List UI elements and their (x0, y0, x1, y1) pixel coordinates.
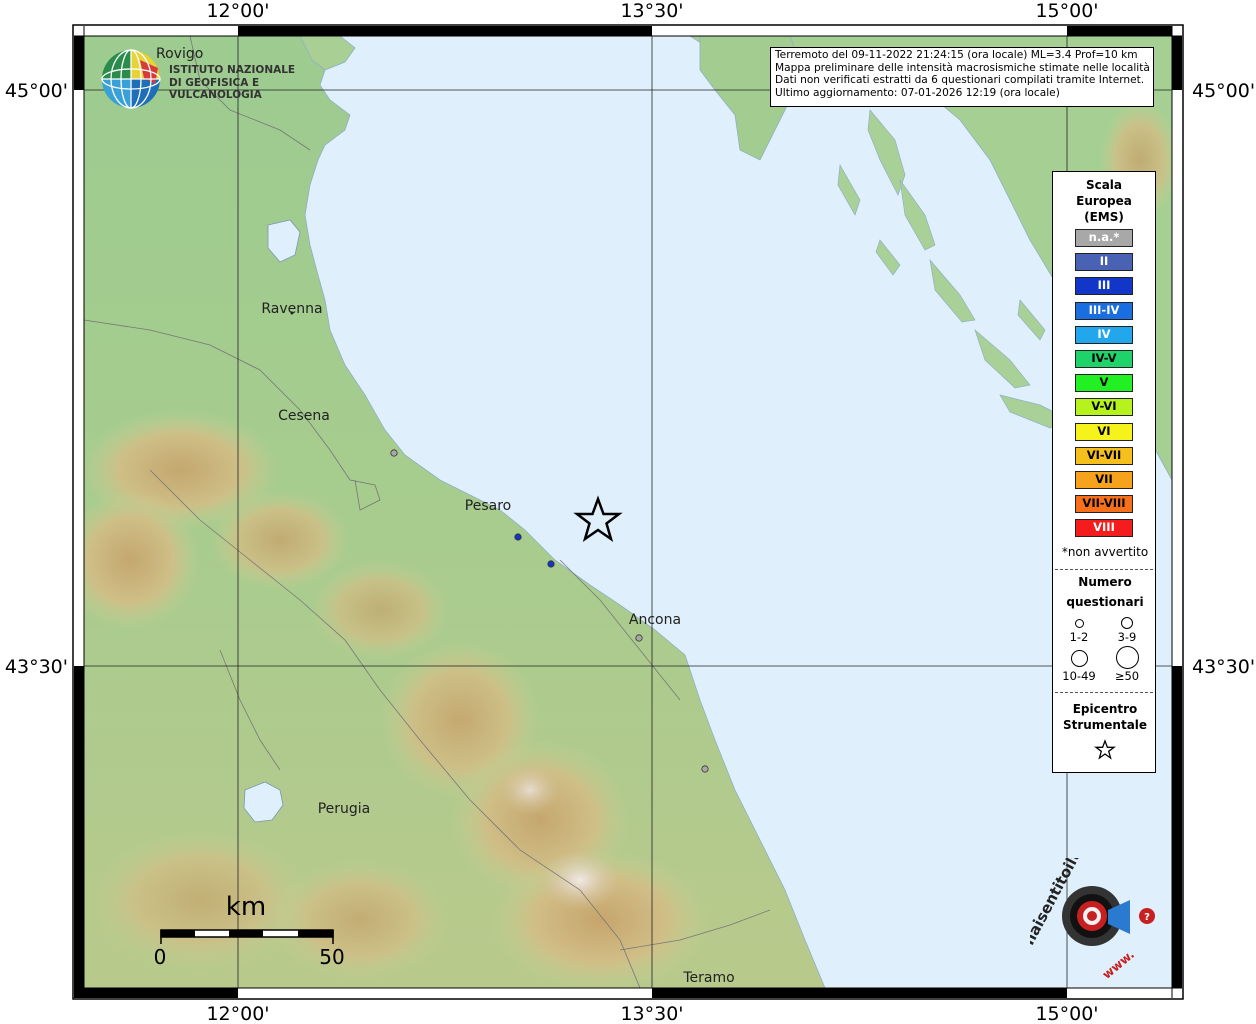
city-ravenna: Ravenna (261, 301, 322, 317)
observation-iii (514, 533, 522, 541)
ingv-name-line2: DI GEOFISICA E VULCANOLOGIA (169, 77, 262, 101)
city-ravenna-dot (290, 311, 294, 315)
city-cesena: Cesena (278, 408, 330, 424)
axis-label-bottom-15: 15°00' (1035, 1003, 1098, 1024)
legend-swatch-iv: IV (1075, 325, 1133, 344)
scale-unit: km (226, 892, 266, 922)
axis-label-right-4330: 43°30' (1192, 656, 1255, 678)
count-label-50: ≥50 (1114, 669, 1140, 683)
axis-label-top-12: 12°00' (206, 0, 269, 22)
city-pesaro: Pesaro (465, 498, 511, 514)
axis-label-bottom-1330: 13°30' (620, 1003, 683, 1024)
city-teramo: Teramo (682, 970, 734, 986)
legend-swatch-ii: II (1075, 253, 1133, 272)
legend-count-title-1: Numero (1078, 575, 1132, 589)
legend-swatch-v: V (1075, 374, 1133, 393)
info-line-event: Terremoto del 09-11-2022 21:24:15 (ora l… (775, 49, 1138, 61)
count-circle-3-9 (1121, 617, 1133, 629)
legend-separator (1055, 692, 1153, 693)
legend-swatch-vii: VII (1075, 471, 1133, 489)
hst-www: www. (1100, 947, 1137, 978)
info-box: Terremoto del 09-11-2022 21:24:15 (ora l… (770, 47, 1154, 107)
observation-na (390, 449, 398, 457)
count-circle-1-2 (1075, 619, 1084, 628)
legend-swatch-viii: VIII (1075, 519, 1133, 538)
legend-separator (1055, 569, 1153, 570)
city-rovigo: Rovigo (156, 46, 204, 62)
svg-text:?: ? (1144, 912, 1150, 923)
observation-na (635, 634, 643, 642)
legend-note: *non avvertito (1061, 545, 1149, 559)
count-circle-10-49 (1071, 650, 1088, 667)
legend-swatch-iv-v: IV-V (1075, 350, 1133, 368)
info-line-source: Dati non verificati estratti da 6 questi… (775, 74, 1145, 87)
observation-iii (547, 560, 555, 568)
axis-label-top-15: 15°00' (1035, 0, 1098, 22)
legend-title-3: (EMS) (1084, 210, 1124, 224)
scale-end: 50 (319, 945, 344, 969)
info-line-description: Mappa preliminare delle intensità macros… (775, 61, 1150, 74)
ingv-logo: Rovigo ISTITUTO NAZIONALE DI GEOFISICA E… (100, 46, 315, 110)
axis-label-left-45: 45°00' (5, 80, 68, 102)
axis-label-bottom-12: 12°00' (206, 1003, 269, 1024)
ingv-globe-icon (101, 49, 161, 109)
count-label-3-9: 3-9 (1117, 630, 1137, 644)
info-line-updated: Ultimo aggiornamento: 07-01-2026 12:19 (… (775, 86, 1060, 99)
count-label-10-49: 10-49 (1062, 669, 1096, 683)
legend-epi-title-2: Strumentale (1062, 718, 1148, 732)
epicenter-star-icon (1094, 739, 1116, 760)
legend-swatch-vi-vii: VI-VII (1075, 446, 1133, 465)
legend: Scala Europea (EMS) n.a.* II III III-IV IV IV… (1052, 171, 1156, 773)
legend-swatch-v-vi: V-VI (1075, 398, 1133, 417)
legend-title-2: Europea (1076, 194, 1132, 208)
legend-swatch-vii-viii: VII-VIII (1075, 495, 1133, 514)
ingv-name-line1: ISTITUTO NAZIONALE (169, 64, 296, 76)
legend-count-title-2: questionari (1066, 595, 1144, 609)
observation-na (701, 765, 709, 773)
city-ancona: Ancona (629, 612, 681, 628)
legend-swatch-iii: III (1075, 277, 1133, 296)
legend-swatch-vi: VI (1075, 422, 1133, 441)
city-perugia: Perugia (318, 801, 371, 817)
legend-epi-title-1: Epicentro (1072, 702, 1138, 716)
hst-logo: ? haisentitoilterremoto.it www. (1020, 763, 1170, 982)
count-circle-50 (1116, 646, 1139, 669)
scale-start: 0 (154, 945, 167, 969)
axis-label-top-1330: 13°30' (620, 0, 683, 22)
axis-label-right-45: 45°00' (1192, 80, 1255, 102)
count-label-1-2: 1-2 (1069, 630, 1089, 644)
legend-swatch-na: n.a.* (1075, 229, 1133, 247)
legend-swatch-iii-iv: III-IV (1075, 301, 1133, 320)
axis-label-left-4330: 43°30' (5, 656, 68, 678)
legend-title-1: Scala (1085, 178, 1123, 192)
